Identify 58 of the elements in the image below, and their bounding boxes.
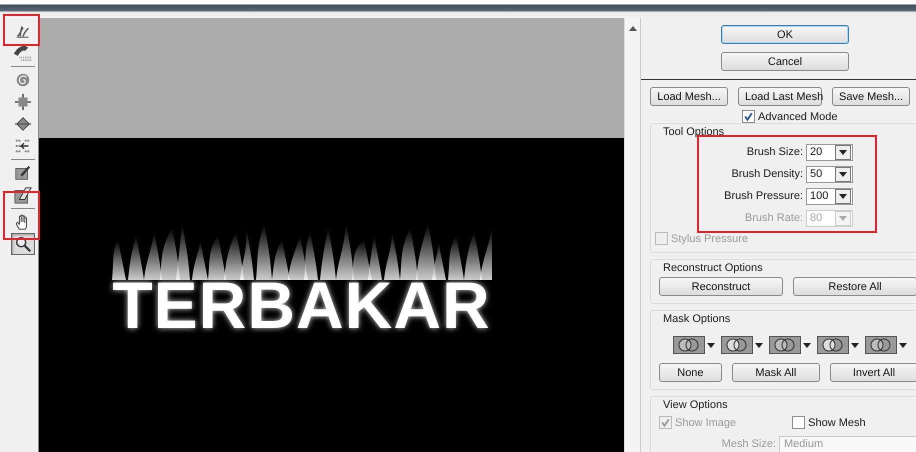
dropdown-arrow-icon[interactable] xyxy=(839,194,847,198)
scrollbar[interactable] xyxy=(624,18,640,452)
show-mesh-checkbox[interactable]: Show Mesh xyxy=(792,416,866,429)
mask-mode-button[interactable] xyxy=(673,336,715,354)
mesh-button[interactable]: Save Mesh... xyxy=(832,87,910,106)
group-title: View Options xyxy=(663,399,729,411)
check-icon xyxy=(743,111,754,122)
cancel-button[interactable]: Cancel xyxy=(721,52,849,71)
field-label: Brush Rate: xyxy=(744,212,803,224)
diamond-icon xyxy=(14,115,32,133)
pinch-icon xyxy=(14,93,32,111)
dropdown-field[interactable]: 100 xyxy=(806,188,853,204)
field-label: Mesh Size: xyxy=(722,438,776,450)
group-title: Mask Options xyxy=(663,313,732,325)
overlap-circles-icon xyxy=(673,336,705,354)
group-title: Reconstruct Options xyxy=(663,262,764,274)
zoom-tool-button[interactable] xyxy=(11,233,35,255)
mask-mode-button[interactable] xyxy=(769,336,811,354)
mesh-button[interactable]: Load Mesh... xyxy=(650,87,728,106)
swirl-icon xyxy=(14,71,32,89)
reconstruct-button[interactable]: Reconstruct xyxy=(659,277,783,296)
overlap-circles-icon xyxy=(865,336,897,354)
overlap-circles-icon xyxy=(721,336,753,354)
mask-mode-button[interactable] xyxy=(817,336,859,354)
paint-brush-icon xyxy=(14,164,32,182)
dropdown-arrow-icon[interactable] xyxy=(851,342,859,348)
magnifier-icon xyxy=(14,235,32,253)
dropdown-field[interactable]: 50 xyxy=(806,166,853,182)
arrows-icon xyxy=(14,137,32,155)
eraser-icon xyxy=(14,186,32,204)
overlap-circles-icon xyxy=(817,336,849,354)
highlight-frame xyxy=(3,191,40,240)
overlap-circles-icon xyxy=(769,336,801,354)
mask-button[interactable]: None xyxy=(659,363,722,382)
field-label: Brush Density: xyxy=(731,168,803,180)
dropdown-field[interactable]: 20 xyxy=(806,144,853,160)
dropdown-arrow-icon[interactable] xyxy=(755,342,763,348)
mask-mode-button[interactable] xyxy=(865,336,907,354)
dropdown-arrow-icon[interactable] xyxy=(839,172,847,176)
dropdown-arrow-icon[interactable] xyxy=(803,342,811,348)
check-icon xyxy=(660,417,671,428)
mask-button[interactable]: Mask All xyxy=(732,363,820,382)
highlight-frame xyxy=(3,14,40,46)
mask-button[interactable]: Invert All xyxy=(830,363,916,382)
brush-icon xyxy=(14,44,32,62)
dropdown-arrow-icon[interactable] xyxy=(899,342,907,348)
mesh-button[interactable]: Load Last Mesh xyxy=(738,87,822,106)
ok-button[interactable]: OK xyxy=(721,25,849,44)
advanced-mode-checkbox[interactable]: Advanced Mode xyxy=(742,110,916,123)
mask-mode-button[interactable] xyxy=(721,336,763,354)
canvas-text: TERBAKAR xyxy=(112,272,491,338)
group-title: Tool Options xyxy=(663,126,726,138)
field-label: Brush Size: xyxy=(746,146,803,158)
up-arrow-icon[interactable] xyxy=(628,26,636,31)
reconstruct-button[interactable]: Restore All xyxy=(793,277,916,296)
dropdown-arrow-icon[interactable] xyxy=(707,342,715,348)
dropdown-arrow-icon[interactable] xyxy=(839,150,847,154)
field-label: Brush Pressure: xyxy=(724,190,803,202)
